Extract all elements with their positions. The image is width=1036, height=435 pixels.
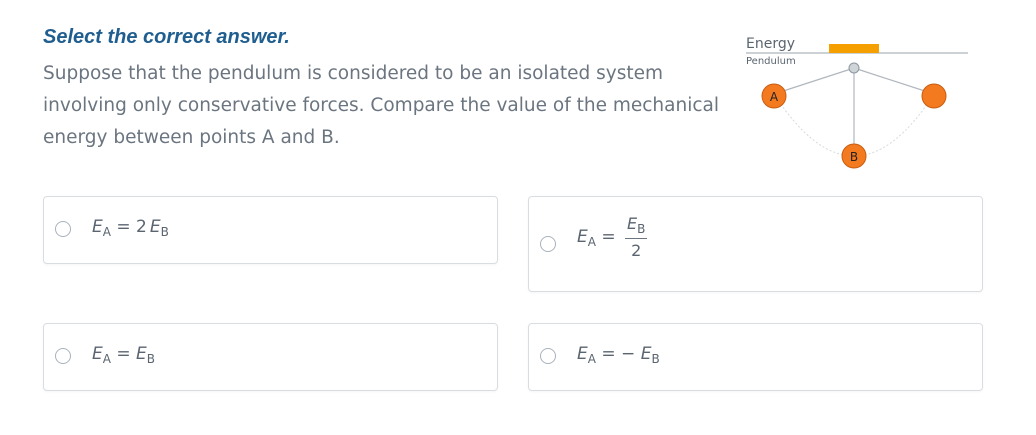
radio-option-1[interactable]	[55, 221, 71, 237]
question-text: Suppose that the pendulum is considered …	[43, 63, 719, 148]
pivot	[848, 62, 860, 74]
radio-option-4[interactable]	[540, 348, 556, 364]
answer-option-4[interactable]: EA = − EB	[528, 323, 983, 391]
radio-option-2[interactable]	[540, 236, 556, 252]
string-right	[853, 67, 935, 95]
figure-subtitle: Pendulum	[746, 56, 796, 67]
figure-title: Energy	[746, 36, 795, 52]
option-1-equation: EA = 2 EB	[92, 217, 169, 239]
option-4-equation: EA = − EB	[577, 344, 660, 366]
instruction-heading: Select the correct answer.	[43, 26, 290, 48]
bob-right	[921, 83, 947, 109]
fraction: EB 2	[625, 214, 648, 260]
label-b: B	[850, 150, 858, 164]
answer-option-3[interactable]: EA = EB	[43, 323, 498, 391]
radio-option-3[interactable]	[55, 348, 71, 364]
answer-option-1[interactable]: EA = 2 EB	[43, 196, 498, 264]
energy-bar	[829, 44, 879, 53]
option-3-equation: EA = EB	[92, 344, 156, 366]
answer-option-2[interactable]: EA = EB 2	[528, 196, 983, 292]
pendulum-figure: Energy Pendulum A B	[746, 36, 968, 169]
label-a: A	[770, 90, 779, 104]
option-2-equation: EA = EB 2	[577, 214, 648, 260]
string-left	[773, 67, 855, 95]
